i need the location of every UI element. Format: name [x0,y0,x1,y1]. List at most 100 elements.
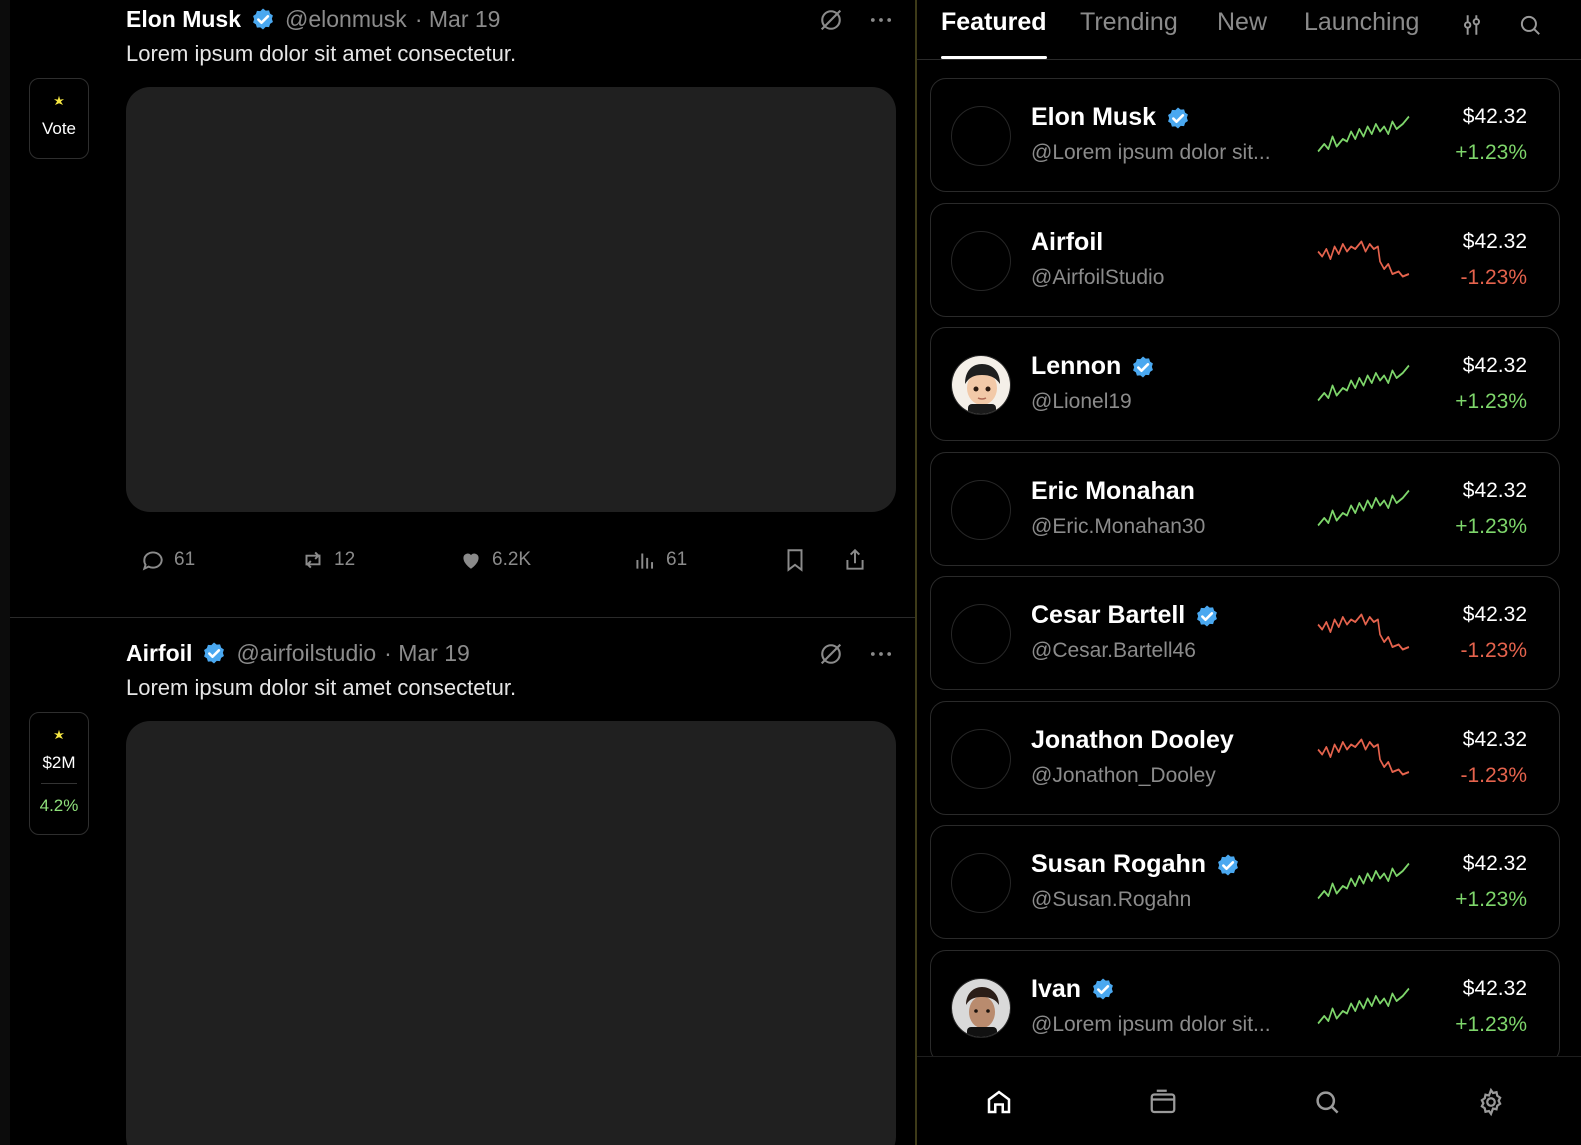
repost-button[interactable]: 12 [300,547,355,573]
bottom-nav [917,1056,1581,1145]
sparkline-path [1317,862,1410,900]
vote-button[interactable]: Vote [29,78,89,159]
sparkline-path [1317,115,1410,153]
repost-count: 12 [334,549,356,570]
vote-percent: 4.2% [39,796,79,815]
sparkline [1317,613,1410,651]
sparkline [1317,115,1410,153]
avatar[interactable] [951,853,1011,913]
post[interactable]: Airfoil @airfoilstudio · Mar 19 Lorem ip… [10,618,915,1145]
card-name: Cesar Bartell [1031,601,1186,629]
post-header: Airfoil @airfoilstudio · Mar 19 [126,638,470,668]
search-icon[interactable] [1517,12,1543,38]
market-card[interactable]: Lennon @Lionel19 $42.32 +1.23% [930,327,1560,441]
sparkline-path [1317,240,1410,277]
market-card[interactable]: Ivan @Lorem ipsum dolor sit... $42.32 +1.23… [930,949,1560,1056]
market-card[interactable]: Jonathon Dooley @Jonathon_Dooley $42.32 -1.… [930,700,1560,815]
repost-icon [305,551,321,569]
vote-token-icon [50,727,68,745]
post-handle[interactable]: @elonmusk [285,6,407,33]
card-change: +1.23% [1455,514,1527,538]
post-media[interactable] [126,87,896,512]
card-change: +1.23% [1455,888,1527,911]
post-media[interactable] [126,721,896,1145]
card-name: Susan Rogahn [1031,850,1207,878]
verified-badge-icon [1093,978,1113,1000]
avatar[interactable] [951,604,1011,664]
tab-featured[interactable]: Featured [941,8,1047,37]
views-button[interactable]: 61 [632,547,687,573]
sparkline-path [1317,987,1410,1024]
more-options-icon[interactable] [867,640,895,668]
avatar[interactable] [951,977,1011,1038]
views-chart-icon [636,553,654,569]
card-price: $42.32 [1462,603,1527,626]
avatar[interactable] [951,106,1011,166]
card-change: +1.23% [1455,390,1527,413]
card-price: $42.32 [1462,105,1527,128]
card-handle: @Lionel19 [1031,390,1132,413]
feed-column[interactable]: Elon Musk @elonmusk · Mar 19 Lorem ipsum… [10,0,915,1145]
post-author[interactable]: Elon Musk [126,6,241,33]
avatar[interactable] [951,230,1011,291]
verified-badge-icon [1133,356,1154,377]
tab-launching[interactable]: Launching [1304,8,1419,37]
avatar[interactable] [951,728,1011,789]
card-name-row: Cesar Bartell [1031,601,1221,630]
like-button[interactable]: 6.2K [458,547,531,573]
card-price: $42.32 [1462,229,1527,253]
sparkline-path [1317,613,1410,651]
market-card[interactable]: Elon Musk @Lorem ipsum dolor sit... $42.32… [930,78,1560,192]
more-options-icon[interactable] [867,6,895,34]
card-handle: @Lorem ipsum dolor sit... [1031,1012,1271,1036]
share-icon[interactable] [842,547,868,573]
explore-search-icon[interactable] [1312,1087,1342,1117]
post-date: · Mar 19 [384,639,470,666]
card-name: Ivan [1031,974,1082,1003]
mute-icon[interactable] [817,6,845,34]
tab-trending[interactable]: Trending [1080,8,1178,37]
card-handle: @Cesar.Bartell46 [1031,639,1196,662]
card-name: Lennon [1031,352,1122,380]
card-change: +1.23% [1455,1012,1527,1036]
avatar[interactable] [951,479,1011,540]
tab-bar: Featured Trending New Launching [917,0,1581,60]
bookmark-icon[interactable] [782,547,808,573]
post-date: · Mar 19 [414,5,501,32]
card-handle: @Susan.Rogahn [1031,888,1192,911]
avatar-image [952,356,1010,414]
home-icon[interactable] [984,1087,1014,1117]
settings-gear-icon[interactable] [1476,1087,1506,1117]
sparkline [1317,240,1410,277]
avatar[interactable] [951,355,1011,415]
market-card[interactable]: Susan Rogahn @Susan.Rogahn $42.32 +1.23% [930,825,1560,939]
filter-sliders-icon[interactable] [1459,12,1485,38]
sparkline-path [1317,738,1410,775]
vote-divider [41,783,77,784]
market-list[interactable]: Elon Musk @Lorem ipsum dolor sit... $42.32… [930,78,1560,1056]
market-card[interactable]: Cesar Bartell @Cesar.Bartell46 $42.32 -1.23… [930,576,1560,690]
market-card[interactable]: Airfoil @AirfoilStudio $42.32 -1.23% [930,202,1560,317]
card-name: Jonathon Dooley [1031,725,1234,754]
reply-button[interactable]: 61 [140,547,195,573]
post-author[interactable]: Airfoil [126,640,192,667]
post-text: Lorem ipsum dolor sit amet consectetur. [126,41,517,66]
post[interactable]: Elon Musk @elonmusk · Mar 19 Lorem ipsum… [10,0,915,617]
vote-token-icon [50,93,68,111]
wallet-icon[interactable] [1148,1087,1178,1117]
card-change: +1.23% [1455,141,1527,164]
market-panel: Featured Trending New Launching Elon Mus… [917,0,1581,1145]
post-header: Elon Musk @elonmusk · Mar 19 [126,4,500,34]
tab-new[interactable]: New [1217,8,1267,37]
card-price: $42.32 [1462,852,1527,875]
post-handle[interactable]: @airfoilstudio [236,640,376,667]
sparkline [1317,987,1410,1024]
card-name-row: Jonathon Dooley [1031,726,1234,755]
sparkline-path [1317,364,1410,402]
vote-market-cap: $2M [42,753,76,772]
market-card[interactable]: Eric Monahan @Eric.Monahan30 $42.32 +1.23% [930,451,1560,566]
verified-badge-icon [1218,854,1238,875]
verified-badge-icon [1168,107,1188,128]
vote-button[interactable]: $2M 4.2% [29,712,89,835]
mute-icon[interactable] [817,640,845,668]
